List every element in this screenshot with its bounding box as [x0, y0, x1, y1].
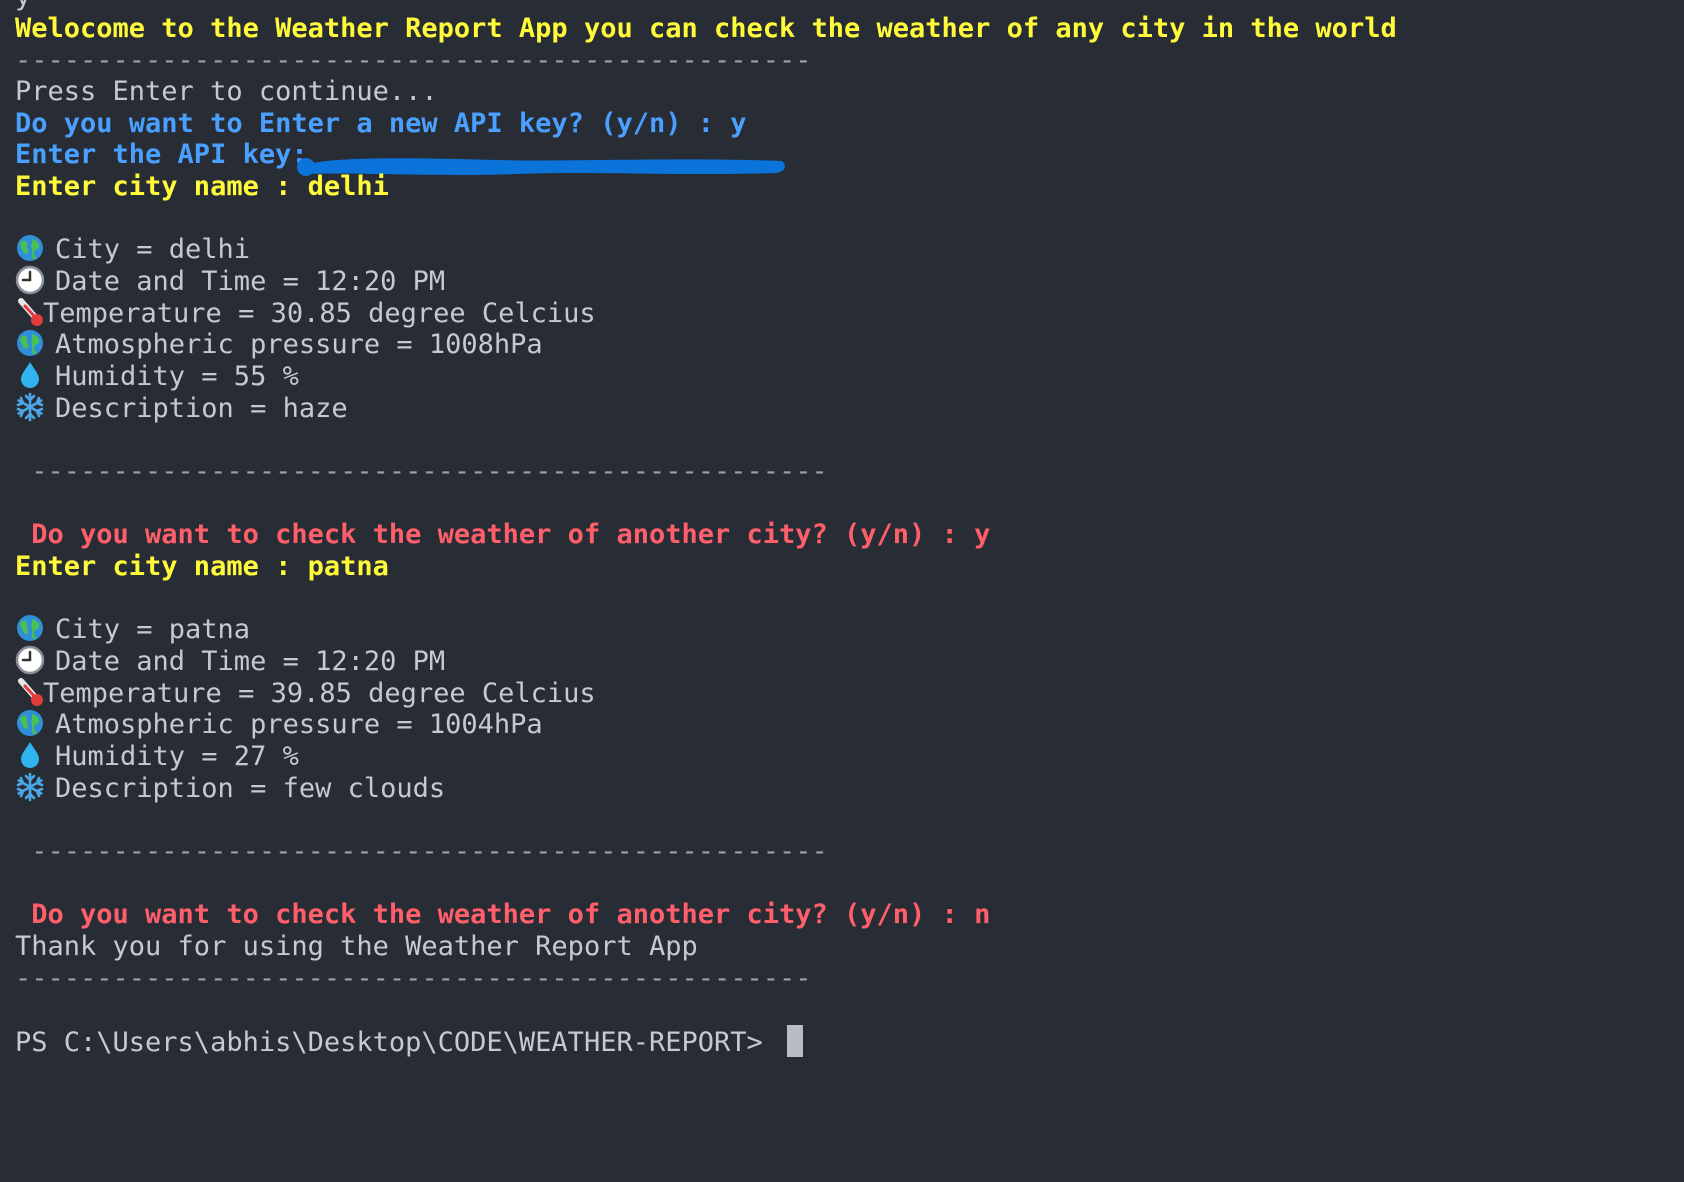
city-name-prompt: Enter city name : delhi [15, 171, 389, 202]
separator-line: ----------------------------------------… [15, 963, 812, 994]
description-text: Description = haze [55, 393, 348, 424]
city-text: City = delhi [55, 234, 251, 265]
description-result: Description = haze [15, 392, 348, 426]
humidity-result: Humidity = 27 % [15, 740, 299, 774]
welcome-message: Welocome to the Weather Report App you c… [15, 13, 1397, 44]
thermometer-icon [15, 297, 43, 327]
globe-icon [15, 613, 45, 643]
globe-icon [15, 328, 45, 358]
snowflake-icon [15, 392, 45, 422]
temperature-text: Temperature = 39.85 degree Celcius [43, 678, 596, 709]
datetime-result: Date and Time = 12:20 PM [15, 645, 445, 679]
description-text: Description = few clouds [55, 773, 446, 804]
clock-icon [15, 265, 45, 295]
globe-icon [15, 233, 45, 263]
thank-you-message: Thank you for using the Weather Report A… [15, 931, 698, 962]
city-text: City = patna [55, 614, 251, 645]
globe-icon [15, 708, 45, 738]
datetime-text: Date and Time = 12:20 PM [55, 646, 446, 677]
shell-prompt: PS C:\Users\abhis\Desktop\CODE\WEATHER-R… [15, 1027, 780, 1058]
city-name-prompt: Enter city name : patna [15, 551, 389, 582]
city-result: City = patna [15, 613, 250, 647]
snowflake-icon [15, 772, 45, 802]
temperature-result: Temperature = 30.85 degree Celcius [15, 297, 596, 331]
temperature-result: Temperature = 39.85 degree Celcius [15, 677, 596, 711]
humidity-result: Humidity = 55 % [15, 360, 299, 394]
thermometer-icon [15, 677, 43, 707]
humidity-text: Humidity = 27 % [55, 741, 299, 772]
another-city-prompt: Do you want to check the weather of anot… [15, 519, 991, 550]
text-cursor[interactable] [787, 1025, 804, 1057]
separator-line: ----------------------------------------… [15, 456, 828, 487]
clock-icon [15, 645, 45, 675]
datetime-result: Date and Time = 12:20 PM [15, 265, 445, 299]
description-result: Description = few clouds [15, 772, 445, 806]
datetime-text: Date and Time = 12:20 PM [55, 266, 446, 297]
api-key-input-line: Enter the API key: [15, 138, 324, 172]
api-key-prompt: Do you want to Enter a new API key? (y/n… [15, 108, 747, 139]
pressure-text: Atmospheric pressure = 1008hPa [55, 329, 543, 360]
pressure-text: Atmospheric pressure = 1004hPa [55, 709, 543, 740]
droplet-icon [15, 360, 45, 390]
another-city-prompt: Do you want to check the weather of anot… [15, 899, 991, 930]
temperature-text: Temperature = 30.85 degree Celcius [43, 298, 596, 329]
pressure-result: Atmospheric pressure = 1004hPa [15, 708, 543, 742]
shell-prompt-line[interactable]: PS C:\Users\abhis\Desktop\CODE\WEATHER-R… [15, 1025, 804, 1059]
api-key-label: Enter the API key: [15, 139, 324, 170]
separator-line: ----------------------------------------… [15, 836, 828, 867]
humidity-text: Humidity = 55 % [55, 361, 299, 392]
press-enter-text: Press Enter to continue... [15, 76, 438, 107]
terminal-window[interactable]: y Welocome to the Weather Report App you… [0, 0, 1684, 1182]
separator-line: ----------------------------------------… [15, 45, 812, 76]
pressure-result: Atmospheric pressure = 1008hPa [15, 328, 543, 362]
droplet-icon [15, 740, 45, 770]
city-result: City = delhi [15, 233, 250, 267]
